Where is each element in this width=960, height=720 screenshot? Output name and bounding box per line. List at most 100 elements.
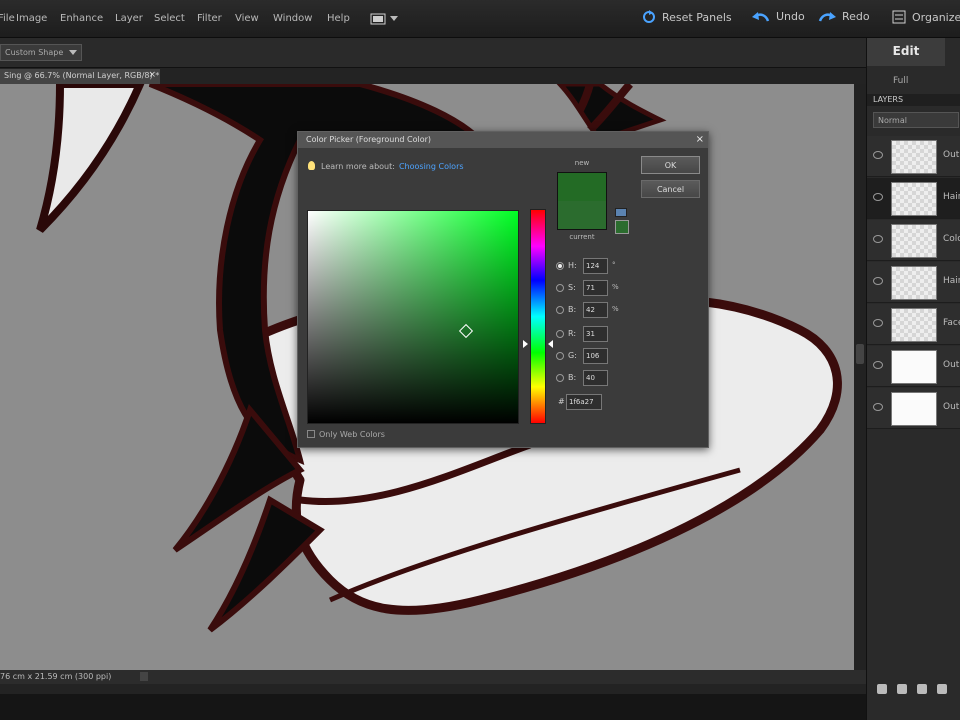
layer-row[interactable]: Hair — [867, 178, 960, 219]
undo-icon — [752, 11, 770, 21]
layer-name: Color — [943, 234, 960, 244]
hue-label: H: — [568, 261, 577, 270]
choosing-colors-link[interactable]: Choosing Colors — [399, 162, 464, 171]
reset-panels-button[interactable]: Reset Panels — [642, 10, 732, 24]
web-safe-swatch[interactable] — [615, 220, 629, 234]
saturation-input[interactable]: 71 — [583, 280, 608, 296]
layer-thumbnail — [891, 266, 937, 300]
learn-more-text: Learn more about: — [321, 162, 395, 171]
layers-title: LAYERS — [873, 95, 904, 104]
layer-row[interactable]: Outline — [867, 388, 960, 429]
project-bin-strip — [0, 694, 866, 720]
chevron-down-icon — [390, 16, 398, 21]
eye-icon[interactable] — [873, 277, 883, 285]
chevron-down-icon — [69, 50, 77, 55]
blue-label: B: — [568, 373, 577, 382]
menu-enhance[interactable]: Enhance — [60, 13, 103, 24]
document-size: 76 cm x 21.59 cm (300 ppi) — [0, 672, 112, 681]
checkbox[interactable] — [307, 430, 315, 438]
brightness-unit: % — [612, 305, 619, 313]
menu-file[interactable]: File — [0, 13, 15, 24]
red-radio[interactable] — [556, 330, 564, 338]
layers-panel-footer — [867, 678, 960, 698]
new-color-label: new — [574, 159, 590, 167]
cancel-button[interactable]: Cancel — [641, 180, 700, 198]
layer-row[interactable]: Color — [867, 220, 960, 261]
green-input[interactable]: 106 — [583, 348, 608, 364]
menu-view[interactable]: View — [235, 13, 259, 24]
vertical-scrollbar[interactable] — [854, 84, 866, 670]
green-radio[interactable] — [556, 352, 564, 360]
eye-icon[interactable] — [873, 151, 883, 159]
layer-mask-icon[interactable] — [917, 684, 927, 694]
tab-full[interactable]: Full — [893, 76, 908, 86]
undo-button[interactable]: Undo — [752, 10, 805, 23]
ok-button[interactable]: OK — [641, 156, 700, 174]
hue-slider[interactable] — [530, 209, 546, 424]
eye-icon[interactable] — [873, 193, 883, 201]
current-color-swatch[interactable] — [558, 201, 606, 229]
layer-thumbnail — [891, 182, 937, 216]
menu-window[interactable]: Window — [273, 13, 312, 24]
eye-icon[interactable] — [873, 235, 883, 243]
hue-input[interactable]: 124 — [583, 258, 608, 274]
status-bar: 76 cm x 21.59 cm (300 ppi) — [0, 670, 866, 684]
preset-value: Custom Shape — [5, 48, 64, 57]
hex-input[interactable]: 1f6a27 — [566, 394, 602, 410]
blue-input[interactable]: 40 — [583, 370, 608, 386]
only-web-colors-checkbox[interactable]: Only Web Colors — [307, 430, 385, 439]
redo-icon — [818, 11, 836, 21]
horizontal-scrollbar[interactable] — [0, 684, 866, 694]
layer-row[interactable]: Outline — [867, 346, 960, 387]
brightness-input[interactable]: 42 — [583, 302, 608, 318]
color-field-marker[interactable] — [458, 323, 474, 339]
preset-dropdown[interactable]: Custom Shape — [0, 44, 82, 61]
eye-icon[interactable] — [873, 319, 883, 327]
status-menu-button[interactable] — [140, 672, 148, 681]
hue-slider-handle-left[interactable] — [523, 340, 528, 348]
menu-select[interactable]: Select — [154, 13, 185, 24]
document-tab[interactable]: Sing @ 66.7% (Normal Layer, RGB/8) * × — [0, 69, 160, 84]
scrollbar-thumb[interactable] — [856, 344, 864, 364]
layer-name: Hair — [943, 192, 960, 202]
blend-mode-value: Normal — [878, 116, 907, 125]
layer-row[interactable]: Outline — [867, 136, 960, 177]
red-input[interactable]: 31 — [583, 326, 608, 342]
layers-panel-header[interactable]: LAYERS — [867, 94, 960, 106]
tab-edit[interactable]: Edit — [867, 38, 945, 66]
layer-row[interactable]: Hair — [867, 262, 960, 303]
saturation-radio[interactable] — [556, 284, 564, 292]
menu-image[interactable]: Image — [16, 13, 47, 24]
saturation-brightness-field[interactable] — [307, 210, 519, 424]
dialog-title-bar[interactable]: Color Picker (Foreground Color) × — [298, 132, 708, 148]
options-bar: Custom Shape — [0, 38, 866, 68]
brightness-radio[interactable] — [556, 306, 564, 314]
hex-label: # — [558, 397, 565, 406]
organizer-button[interactable]: Organizer — [892, 10, 960, 24]
new-layer-icon[interactable] — [877, 684, 887, 694]
blend-mode-dropdown[interactable]: Normal — [873, 112, 959, 128]
organizer-label: Organizer — [912, 10, 960, 24]
menu-filter[interactable]: Filter — [197, 13, 222, 24]
web-safe-warning-icon[interactable] — [615, 208, 627, 217]
close-icon[interactable]: × — [148, 70, 156, 80]
saturation-label: S: — [568, 283, 576, 292]
hue-slider-handle-right[interactable] — [548, 340, 553, 348]
document-tab-title: Sing @ 66.7% (Normal Layer, RGB/8) * — [4, 71, 160, 80]
adjustment-layer-icon[interactable] — [897, 684, 907, 694]
blue-radio[interactable] — [556, 374, 564, 382]
eye-icon[interactable] — [873, 403, 883, 411]
layer-thumbnail — [891, 308, 937, 342]
redo-button[interactable]: Redo — [818, 10, 870, 23]
close-icon[interactable]: × — [696, 134, 704, 145]
learn-more-row: Learn more about: Choosing Colors — [308, 161, 464, 171]
lock-icon[interactable] — [937, 684, 947, 694]
reset-icon — [643, 10, 655, 23]
eye-icon[interactable] — [873, 361, 883, 369]
layer-thumbnail — [891, 350, 937, 384]
menu-help[interactable]: Help — [327, 13, 350, 24]
hue-radio[interactable] — [556, 262, 564, 270]
arrange-windows-button[interactable] — [370, 10, 406, 28]
menu-layer[interactable]: Layer — [115, 13, 143, 24]
layer-row[interactable]: Face — [867, 304, 960, 345]
